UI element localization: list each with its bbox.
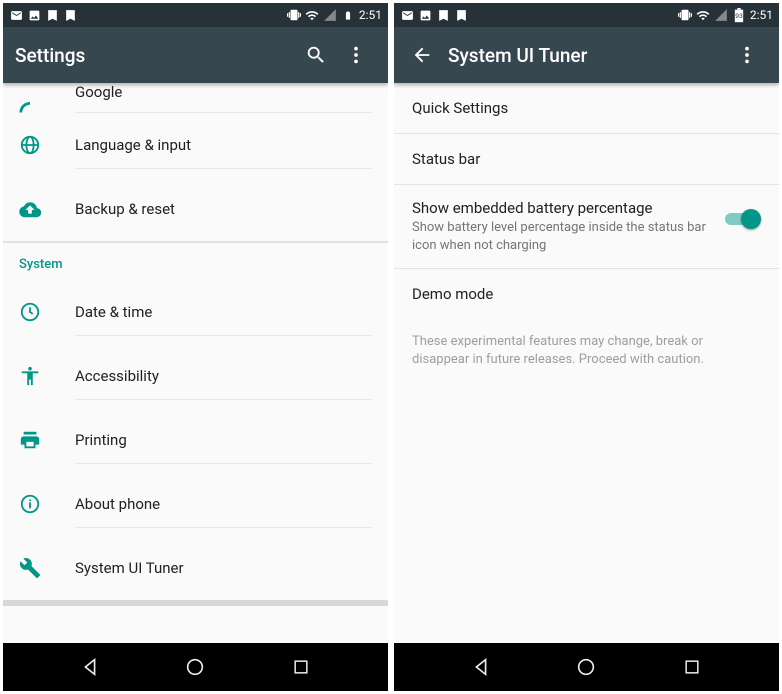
list-item-label: System UI Tuner	[75, 545, 372, 591]
signal-icon	[323, 8, 337, 22]
wifi-icon	[305, 8, 319, 22]
list-item-label: Language & input	[75, 122, 372, 169]
status-bar: 93 2:51	[394, 3, 779, 27]
vibrate-icon	[287, 8, 301, 22]
status-bar: 2:51	[3, 3, 388, 27]
phone-screen-right: 93 2:51 System UI Tuner Quick Settings S…	[394, 3, 779, 691]
battery-icon	[341, 8, 355, 22]
google-icon	[19, 101, 59, 113]
list-item-label: About phone	[75, 481, 372, 528]
play-store-icon2	[454, 8, 468, 22]
nav-home-button[interactable]	[572, 653, 600, 681]
navigation-bar	[394, 643, 779, 691]
overflow-button[interactable]	[727, 35, 767, 75]
gmail-icon	[9, 8, 23, 22]
clock-icon	[19, 301, 59, 323]
nav-back-button[interactable]	[467, 653, 495, 681]
vibrate-icon	[678, 8, 692, 22]
settings-item-backup[interactable]: Backup & reset	[3, 177, 388, 241]
printer-icon	[19, 429, 59, 451]
nav-recents-button[interactable]	[678, 653, 706, 681]
nav-recents-button[interactable]	[287, 653, 315, 681]
photo-icon	[27, 8, 41, 22]
navigation-bar	[3, 643, 388, 691]
nav-back-button[interactable]	[76, 653, 104, 681]
experimental-warning: These experimental features may change, …	[394, 319, 779, 383]
settings-list: Google Language & input Backup & reset S…	[3, 83, 388, 643]
wifi-icon	[696, 8, 710, 22]
overflow-button[interactable]	[336, 35, 376, 75]
list-item-label: Date & time	[75, 289, 372, 336]
tuner-item-statusbar[interactable]: Status bar	[394, 134, 779, 185]
tuner-item-battery-pct[interactable]: Show embedded battery percentage Show ba…	[394, 185, 779, 269]
svg-text:93: 93	[735, 13, 743, 20]
section-header-system: System	[3, 243, 388, 280]
settings-item-accessibility[interactable]: Accessibility	[3, 344, 388, 408]
status-time: 2:51	[359, 8, 382, 22]
list-item-label: Accessibility	[75, 353, 372, 400]
battery-pct-icon: 93	[732, 8, 746, 22]
tuner-list: Quick Settings Status bar Show embedded …	[394, 83, 779, 643]
settings-item-google[interactable]: Google	[3, 83, 388, 113]
play-store-icon	[45, 8, 59, 22]
settings-item-printing[interactable]: Printing	[3, 408, 388, 472]
list-item-label: Google	[75, 83, 372, 113]
back-button[interactable]	[402, 35, 442, 75]
settings-item-language[interactable]: Language & input	[3, 113, 388, 177]
switch-title: Show embedded battery percentage	[412, 199, 713, 217]
app-bar: Settings	[3, 27, 388, 83]
list-item-label: Printing	[75, 417, 372, 464]
settings-item-datetime[interactable]: Date & time	[3, 280, 388, 344]
nav-home-button[interactable]	[181, 653, 209, 681]
play-store-icon2	[63, 8, 77, 22]
battery-pct-toggle[interactable]	[725, 209, 761, 229]
search-button[interactable]	[296, 35, 336, 75]
tuner-item-quicksettings[interactable]: Quick Settings	[394, 83, 779, 134]
scroll-hint	[3, 600, 388, 606]
cloud-upload-icon	[19, 198, 59, 220]
status-time: 2:51	[750, 8, 773, 22]
page-title: Settings	[15, 44, 296, 67]
switch-subtitle: Show battery level percentage inside the…	[412, 219, 713, 254]
play-store-icon	[436, 8, 450, 22]
info-icon	[19, 493, 59, 515]
gmail-icon	[400, 8, 414, 22]
phone-screen-left: 2:51 Settings Google Language & input Ba…	[3, 3, 388, 691]
app-bar: System UI Tuner	[394, 27, 779, 83]
tuner-item-demo[interactable]: Demo mode	[394, 269, 779, 319]
settings-item-about[interactable]: About phone	[3, 472, 388, 536]
photo-icon	[418, 8, 432, 22]
wrench-icon	[19, 557, 59, 579]
settings-item-uituner[interactable]: System UI Tuner	[3, 536, 388, 600]
page-title: System UI Tuner	[448, 44, 727, 67]
signal-icon	[714, 8, 728, 22]
globe-icon	[19, 134, 59, 156]
list-item-label: Backup & reset	[75, 186, 372, 232]
accessibility-icon	[19, 365, 59, 387]
